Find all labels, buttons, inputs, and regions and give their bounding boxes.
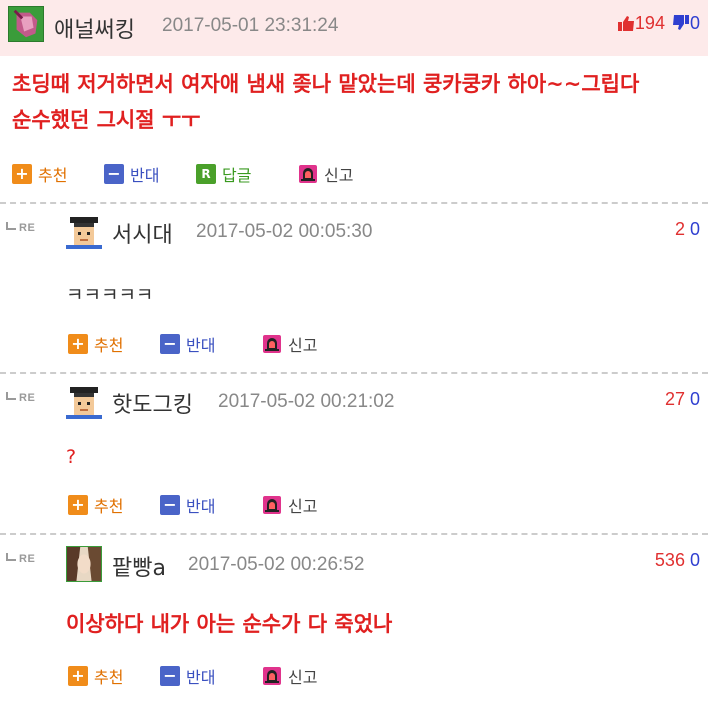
reply-arrow-icon bbox=[6, 222, 16, 230]
report-button[interactable]: 신고 bbox=[262, 664, 317, 688]
recommend-label: 추천 bbox=[94, 336, 124, 355]
plus-icon: + bbox=[68, 334, 88, 354]
siren-icon bbox=[262, 495, 282, 515]
comment-author[interactable]: 팥빵a bbox=[112, 550, 166, 582]
photo-avatar-icon bbox=[67, 547, 101, 581]
divider bbox=[0, 202, 708, 204]
siren-icon bbox=[262, 334, 282, 354]
report-label: 신고 bbox=[288, 497, 318, 516]
post-votes: 194 0 bbox=[617, 13, 700, 34]
user-avatar[interactable] bbox=[8, 6, 44, 42]
oppose-button[interactable]: − 반대 bbox=[104, 162, 159, 186]
comment-downvote-count[interactable]: 0 bbox=[690, 219, 700, 239]
report-button[interactable]: 신고 bbox=[262, 332, 317, 356]
comment-votes: 2 0 bbox=[675, 219, 700, 240]
oppose-label: 반대 bbox=[186, 336, 216, 355]
recommend-button[interactable]: + 추천 bbox=[68, 493, 123, 517]
thumbs-up-icon[interactable] bbox=[617, 14, 635, 32]
oppose-button[interactable]: − 반대 bbox=[160, 493, 215, 517]
oppose-button[interactable]: − 반대 bbox=[160, 664, 215, 688]
oppose-button[interactable]: − 반대 bbox=[160, 332, 215, 356]
user-avatar[interactable] bbox=[66, 546, 102, 582]
oppose-label: 반대 bbox=[186, 497, 216, 516]
post-author[interactable]: 애널써킹 bbox=[54, 12, 135, 44]
report-label: 신고 bbox=[288, 336, 318, 355]
graduate-avatar-icon bbox=[66, 213, 102, 249]
thumbs-down-icon[interactable] bbox=[672, 14, 690, 32]
comment-author[interactable]: 핫도그킹 bbox=[112, 387, 193, 419]
reply-arrow-icon bbox=[6, 553, 16, 561]
user-avatar[interactable] bbox=[66, 383, 102, 419]
comment-votes: 27 0 bbox=[665, 389, 700, 410]
graduate-avatar-icon bbox=[66, 383, 102, 419]
comment-timestamp: 2017-05-02 00:05:30 bbox=[196, 221, 373, 242]
minus-icon: − bbox=[160, 666, 180, 686]
reply-indicator: RE bbox=[6, 392, 35, 404]
comment-body: ? bbox=[66, 446, 77, 468]
post-downvote-count: 0 bbox=[689, 13, 700, 33]
siren-icon bbox=[298, 164, 318, 184]
post-header: 애널써킹 2017-05-01 23:31:24 194 0 bbox=[0, 0, 708, 56]
recommend-label: 추천 bbox=[38, 166, 68, 185]
comment-timestamp: 2017-05-02 00:26:52 bbox=[188, 554, 365, 575]
minus-icon: − bbox=[104, 164, 124, 184]
comment-downvote-count[interactable]: 0 bbox=[690, 389, 700, 409]
post-upvote-count: 194 bbox=[634, 13, 665, 33]
recommend-button[interactable]: + 추천 bbox=[68, 332, 123, 356]
recommend-label: 추천 bbox=[94, 668, 124, 687]
plus-icon: + bbox=[12, 164, 32, 184]
comment-body: 이상하다 내가 아는 순수가 다 죽었나 bbox=[66, 612, 393, 636]
comment-downvote-count[interactable]: 0 bbox=[690, 550, 700, 570]
oppose-label: 반대 bbox=[130, 166, 160, 185]
divider bbox=[0, 372, 708, 374]
report-label: 신고 bbox=[288, 668, 318, 687]
comment-upvote-count[interactable]: 536 bbox=[655, 550, 685, 570]
recommend-button[interactable]: + 추천 bbox=[68, 664, 123, 688]
report-button[interactable]: 신고 bbox=[298, 162, 353, 186]
reply-button[interactable]: R 답글 bbox=[196, 162, 251, 186]
reply-arrow-icon bbox=[6, 392, 16, 400]
reply-indicator: RE bbox=[6, 222, 35, 234]
post-body-line: 초딩때 저거하면서 여자애 냄새 좆나 맡았는데 쿵카쿵카 하아~~그립다 bbox=[12, 72, 640, 96]
heart-icon bbox=[9, 7, 43, 41]
plus-icon: + bbox=[68, 495, 88, 515]
recommend-label: 추천 bbox=[94, 497, 124, 516]
reply-label: 답글 bbox=[222, 166, 252, 185]
post-body: 초딩때 저거하면서 여자애 냄새 좆나 맡았는데 쿵카쿵카 하아~~그립다 순수… bbox=[12, 66, 702, 138]
user-avatar[interactable] bbox=[66, 213, 102, 249]
comment-upvote-count[interactable]: 27 bbox=[665, 389, 685, 409]
minus-icon: − bbox=[160, 334, 180, 354]
report-label: 신고 bbox=[324, 166, 354, 185]
report-button[interactable]: 신고 bbox=[262, 493, 317, 517]
divider bbox=[0, 533, 708, 535]
comment-timestamp: 2017-05-02 00:21:02 bbox=[218, 391, 395, 412]
reply-icon: R bbox=[196, 164, 216, 184]
post-timestamp: 2017-05-01 23:31:24 bbox=[162, 15, 339, 36]
post-body-line: 순수했던 그시절 ㅜㅜ bbox=[12, 108, 201, 132]
comment-body: ㅋㅋㅋㅋㅋ bbox=[66, 284, 154, 306]
minus-icon: − bbox=[160, 495, 180, 515]
siren-icon bbox=[262, 666, 282, 686]
comment-author[interactable]: 서시대 bbox=[112, 217, 173, 249]
comment-upvote-count[interactable]: 2 bbox=[675, 219, 685, 239]
reply-indicator: RE bbox=[6, 553, 35, 565]
recommend-button[interactable]: + 추천 bbox=[12, 162, 67, 186]
oppose-label: 반대 bbox=[186, 668, 216, 687]
plus-icon: + bbox=[68, 666, 88, 686]
comment-votes: 536 0 bbox=[655, 550, 700, 571]
